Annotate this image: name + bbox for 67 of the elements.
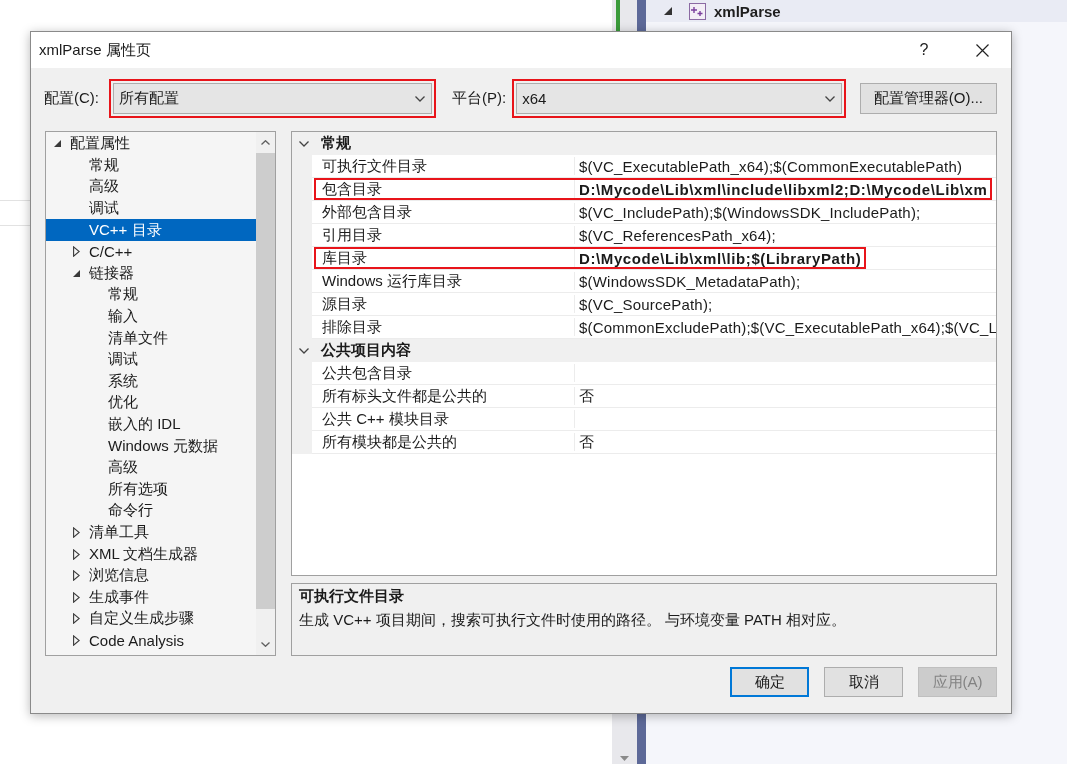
property-name: Windows 运行库目录 — [316, 272, 575, 290]
window-title: xmlParse 属性页 — [39, 40, 151, 60]
property-value[interactable]: D:\Mycode\Lib\xml\lib;$(LibraryPath) — [575, 249, 865, 267]
tree-item[interactable]: 优化 — [46, 392, 256, 414]
property-value[interactable]: $(CommonExcludePath);$(VC_ExecutablePath_x64);$(VC_L — [575, 318, 996, 336]
chevron-up-icon — [261, 140, 270, 145]
tree-item[interactable]: 常规 — [46, 284, 256, 306]
category-header[interactable]: 公共项目内容 — [292, 339, 996, 362]
help-button[interactable]: ? — [901, 32, 947, 68]
tree-item[interactable]: Code Analysis — [46, 629, 256, 652]
tree-item[interactable]: 自定义生成步骤 — [46, 608, 256, 630]
property-value[interactable]: 否 — [575, 433, 598, 451]
property-value[interactable]: $(VC_IncludePath);$(WindowsSDK_IncludePath); — [575, 203, 924, 221]
tree-item[interactable]: XML 文档生成器 — [46, 543, 256, 565]
property-value[interactable]: $(WindowsSDK_MetadataPath); — [575, 272, 804, 290]
tree-item[interactable]: Windows 元数据 — [46, 435, 256, 457]
tree-item[interactable]: 输入 — [46, 305, 256, 328]
tree-item[interactable]: 调试 — [46, 348, 256, 371]
platform-dropdown[interactable]: x64 — [516, 83, 843, 114]
tree-item[interactable]: 浏览信息 — [46, 564, 256, 587]
solution-tree-item[interactable]: xmlParse — [646, 0, 1067, 22]
property-name: 所有模块都是公共的 — [316, 433, 575, 451]
property-name: 公共 C++ 模块目录 — [316, 410, 575, 428]
tree-item[interactable]: 清单文件 — [46, 327, 256, 349]
chevron-down-icon — [415, 95, 425, 102]
tree-item[interactable]: 常规 — [46, 154, 256, 177]
property-name: 包含目录 — [316, 180, 575, 198]
description-title: 可执行文件目录 — [299, 587, 405, 606]
property-name: 排除目录 — [316, 318, 575, 336]
chevron-down-icon — [825, 95, 836, 102]
property-name: 源目录 — [316, 295, 575, 313]
tree-item[interactable]: 高级 — [46, 176, 256, 198]
property-value[interactable]: D:\Mycode\Lib\xml\include\libxml2;D:\Mycode\Lib\xm — [575, 180, 991, 198]
tree-item[interactable]: 调试 — [46, 197, 256, 220]
tree-item[interactable]: 嵌入的 IDL — [46, 413, 256, 436]
field-label: 配置(C): — [44, 89, 99, 108]
tree-item[interactable]: 清单工具 — [46, 521, 256, 544]
property-value[interactable]: $(VC_ExecutablePath_x64);$(CommonExecutablePath) — [575, 157, 966, 175]
property-name: 所有标头文件都是公共的 — [316, 387, 575, 405]
property-value[interactable]: 否 — [575, 387, 598, 405]
property-name: 可执行文件目录 — [316, 157, 575, 175]
scroll-down-triangle-icon[interactable] — [620, 756, 629, 761]
tree-item[interactable]: C/C++ — [46, 240, 256, 263]
property-value[interactable]: $(VC_ReferencesPath_x64); — [575, 226, 779, 244]
category-header[interactable]: 常规 — [292, 132, 996, 155]
dialog-button[interactable]: 取消 — [824, 667, 903, 697]
property-name: 引用目录 — [316, 226, 575, 244]
tree-item[interactable]: 高级 — [46, 456, 256, 479]
configuration-dropdown[interactable]: 所有配置 — [113, 83, 432, 114]
property-name: 库目录 — [316, 249, 575, 267]
tree-item[interactable]: 命令行 — [46, 500, 256, 522]
field-label: 平台(P): — [452, 89, 507, 108]
property-value[interactable]: $(VC_SourcePath); — [575, 295, 716, 313]
tree-item[interactable]: 系统 — [46, 370, 256, 393]
tree-item[interactable]: 生成事件 — [46, 586, 256, 609]
dialog-button[interactable]: 确定 — [730, 667, 809, 697]
close-icon — [975, 43, 989, 57]
project-icon — [689, 2, 706, 20]
chevron-down-icon — [261, 642, 270, 647]
property-name: 外部包含目录 — [316, 203, 575, 221]
tree-item[interactable]: 配置属性 — [46, 133, 256, 155]
configuration-manager-button[interactable]: 配置管理器(O)... — [859, 83, 997, 114]
tree-item[interactable]: 所有选项 — [46, 478, 256, 501]
description-text: 生成 VC++ 项目期间，搜索可执行文件时使用的路径。 与环境变量 PATH 相对应。 — [299, 611, 847, 630]
tree-item[interactable]: VC++ 目录 — [46, 219, 256, 241]
tree-item[interactable]: 链接器 — [46, 262, 256, 285]
property-name: 公共包含目录 — [316, 364, 575, 382]
